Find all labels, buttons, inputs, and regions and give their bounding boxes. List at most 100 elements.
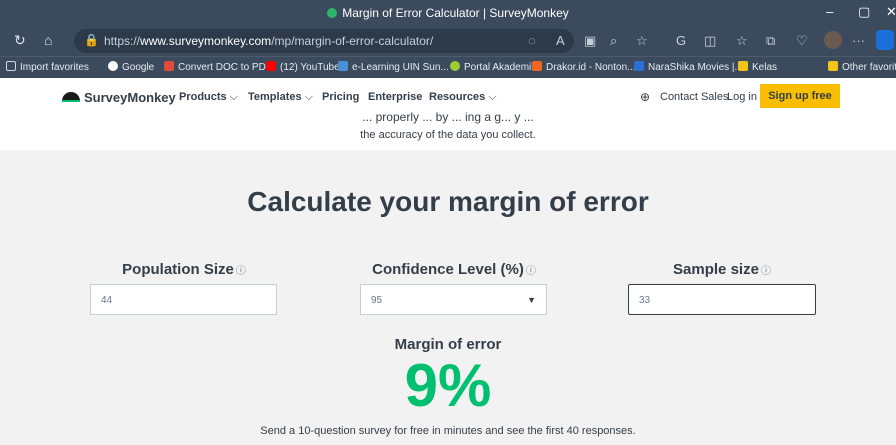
tracking-icon[interactable]: ◌ <box>528 33 536 48</box>
bookmark-label: NaraShika Movies |... <box>648 62 743 73</box>
home-icon[interactable]: ⌂ <box>44 32 52 48</box>
surveymonkey-logo[interactable]: SurveyMonkey <box>62 90 176 105</box>
bookmark-convert-doc[interactable]: Convert DOC to PD... <box>164 61 274 73</box>
bookmark-label: Portal Akademik <box>464 62 537 73</box>
info-icon[interactable]: ⓘ <box>236 266 246 277</box>
youtube-icon <box>266 61 276 71</box>
signup-button[interactable]: Sign up free <box>760 84 840 108</box>
surveymonkey-favicon-icon <box>327 8 338 18</box>
bookmark-youtube[interactable]: (12) YouTube <box>266 61 340 73</box>
brand-name: SurveyMonkey <box>84 90 176 105</box>
favorites-bar: Import favorites Google Convert DOC to P… <box>0 56 896 78</box>
nav-label: Templates <box>248 91 302 103</box>
bookmark-drakor[interactable]: Drakor.id - Nonton... <box>532 61 635 73</box>
favorites-icon[interactable]: ☆ <box>736 33 748 49</box>
population-size-label-text: Population Size <box>122 261 234 278</box>
population-size-value: 44 <box>101 295 113 306</box>
population-size-label: Population Size ⓘ <box>90 261 278 278</box>
elearning-icon <box>338 61 348 71</box>
window-title-text: Margin of Error Calculator | SurveyMonke… <box>342 6 569 20</box>
import-icon <box>6 61 16 71</box>
sample-size-input[interactable]: 33 <box>628 284 816 315</box>
bookmark-label: e-Learning UIN Sun... <box>352 62 449 73</box>
nav-resources[interactable]: Resources ⌵ <box>429 91 497 104</box>
google-icon <box>108 61 118 71</box>
bookmark-portal-akademik[interactable]: Portal Akademik <box>450 61 536 73</box>
browser-essentials-icon[interactable]: ♡ <box>796 33 808 49</box>
contact-sales-link[interactable]: Contact Sales <box>660 91 728 103</box>
survey-cta-text: Send a 10-question survey for free in mi… <box>260 425 636 437</box>
lock-icon: 🔒 <box>84 33 99 47</box>
confidence-level-value: 95 <box>371 295 383 306</box>
globe-icon[interactable]: ⊕ <box>640 90 650 104</box>
restore-icon[interactable]: ▢ <box>858 4 870 20</box>
chevron-down-icon: ⌵ <box>488 91 497 103</box>
convert-icon <box>164 61 174 71</box>
bookmark-label: Drakor.id - Nonton... <box>546 62 636 73</box>
intro-cut-text: ... properly ... by ... ing a g... y ... <box>362 110 534 124</box>
bookmark-narashika[interactable]: NaraShika Movies |... <box>634 61 743 73</box>
window-title: Margin of Error Calculator | SurveyMonke… <box>0 6 896 20</box>
narashika-icon <box>634 61 644 71</box>
nav-products[interactable]: Products ⌵ <box>179 91 238 104</box>
nav-label: Resources <box>429 91 486 103</box>
nav-pricing[interactable]: Pricing <box>322 91 359 103</box>
intro-text: the accuracy of the data you collect. <box>360 129 536 141</box>
url-text: https://www.surveymonkey.com/mp/margin-o… <box>104 34 433 48</box>
portal-icon <box>450 61 460 71</box>
bookmark-label: Kelas <box>752 62 778 73</box>
margin-of-error-value: 9% <box>404 352 492 419</box>
chevron-down-icon: ⌵ <box>304 91 313 103</box>
bookmark-elearning[interactable]: e-Learning UIN Sun... <box>338 61 449 73</box>
more-menu-icon[interactable]: ··· <box>852 33 865 48</box>
sample-size-value: 33 <box>639 295 651 306</box>
sample-size-label-text: Sample size <box>673 261 759 278</box>
refresh-icon[interactable]: ↻ <box>14 32 26 49</box>
url-path: /mp/margin-of-error-calculator/ <box>271 34 434 48</box>
address-bar[interactable]: 🔒 https://www.surveymonkey.com/mp/margin… <box>74 29 574 53</box>
browser-titlebar: Margin of Error Calculator | SurveyMonke… <box>0 0 896 26</box>
login-link[interactable]: Log in <box>727 91 757 103</box>
sample-size-label: Sample size ⓘ <box>628 261 816 278</box>
zoom-icon[interactable]: ⌕ <box>610 33 617 49</box>
nav-templates[interactable]: Templates ⌵ <box>248 91 313 104</box>
bookmark-label: Convert DOC to PD... <box>178 62 275 73</box>
drakor-icon <box>532 61 542 71</box>
profile-avatar[interactable] <box>824 31 842 49</box>
bookmark-label: Google <box>122 62 155 73</box>
surveymonkey-logo-icon <box>62 92 80 102</box>
url-domain: www.surveymonkey.com <box>140 34 272 48</box>
caret-down-icon: ▼ <box>527 295 536 305</box>
bookmark-other-favorites[interactable]: Other favorites <box>828 61 896 73</box>
edge-copilot-icon[interactable] <box>876 30 894 50</box>
bookmark-label: (12) YouTube <box>280 62 340 73</box>
info-icon[interactable]: ⓘ <box>761 266 771 277</box>
bookmark-kelas[interactable]: Kelas <box>738 61 777 73</box>
read-aloud-icon[interactable]: A <box>556 33 565 48</box>
confidence-level-label-text: Confidence Level (%) <box>372 261 524 278</box>
browser-toolbar: ↻ ⌂ 🔒 https://www.surveymonkey.com/mp/ma… <box>0 26 896 56</box>
confidence-level-label: Confidence Level (%) ⓘ <box>360 261 548 278</box>
chevron-down-icon: ⌵ <box>229 91 239 103</box>
split-screen-icon[interactable]: ◫ <box>704 33 716 49</box>
url-prefix: https:// <box>104 34 141 48</box>
margin-of-error-label: Margin of error <box>394 336 502 353</box>
info-icon[interactable]: ⓘ <box>526 266 536 277</box>
population-size-input[interactable]: 44 <box>90 284 277 315</box>
calculator-heading: Calculate your margin of error <box>247 186 649 217</box>
calculator-section: Calculate your margin of error Populatio… <box>0 150 896 445</box>
bookmark-import-favorites[interactable]: Import favorites <box>6 61 89 73</box>
confidence-level-select[interactable]: 95 ▼ <box>360 284 547 315</box>
close-icon[interactable]: ✕ <box>886 4 896 20</box>
bookmark-google[interactable]: Google <box>108 61 154 73</box>
folder-icon <box>828 61 838 71</box>
favorite-star-icon[interactable]: ☆ <box>636 33 648 49</box>
bookmark-label: Other favorites <box>842 62 896 73</box>
nav-enterprise[interactable]: Enterprise <box>368 91 422 103</box>
nav-label: Products <box>179 91 227 103</box>
minimize-icon[interactable]: – <box>826 4 833 19</box>
extension-icon[interactable]: G <box>676 33 686 48</box>
app-icon[interactable]: ▣ <box>584 33 596 49</box>
collections-icon[interactable]: ⧉ <box>766 33 775 49</box>
intro-section: ... properly ... by ... ing a g... y ...… <box>0 110 896 150</box>
